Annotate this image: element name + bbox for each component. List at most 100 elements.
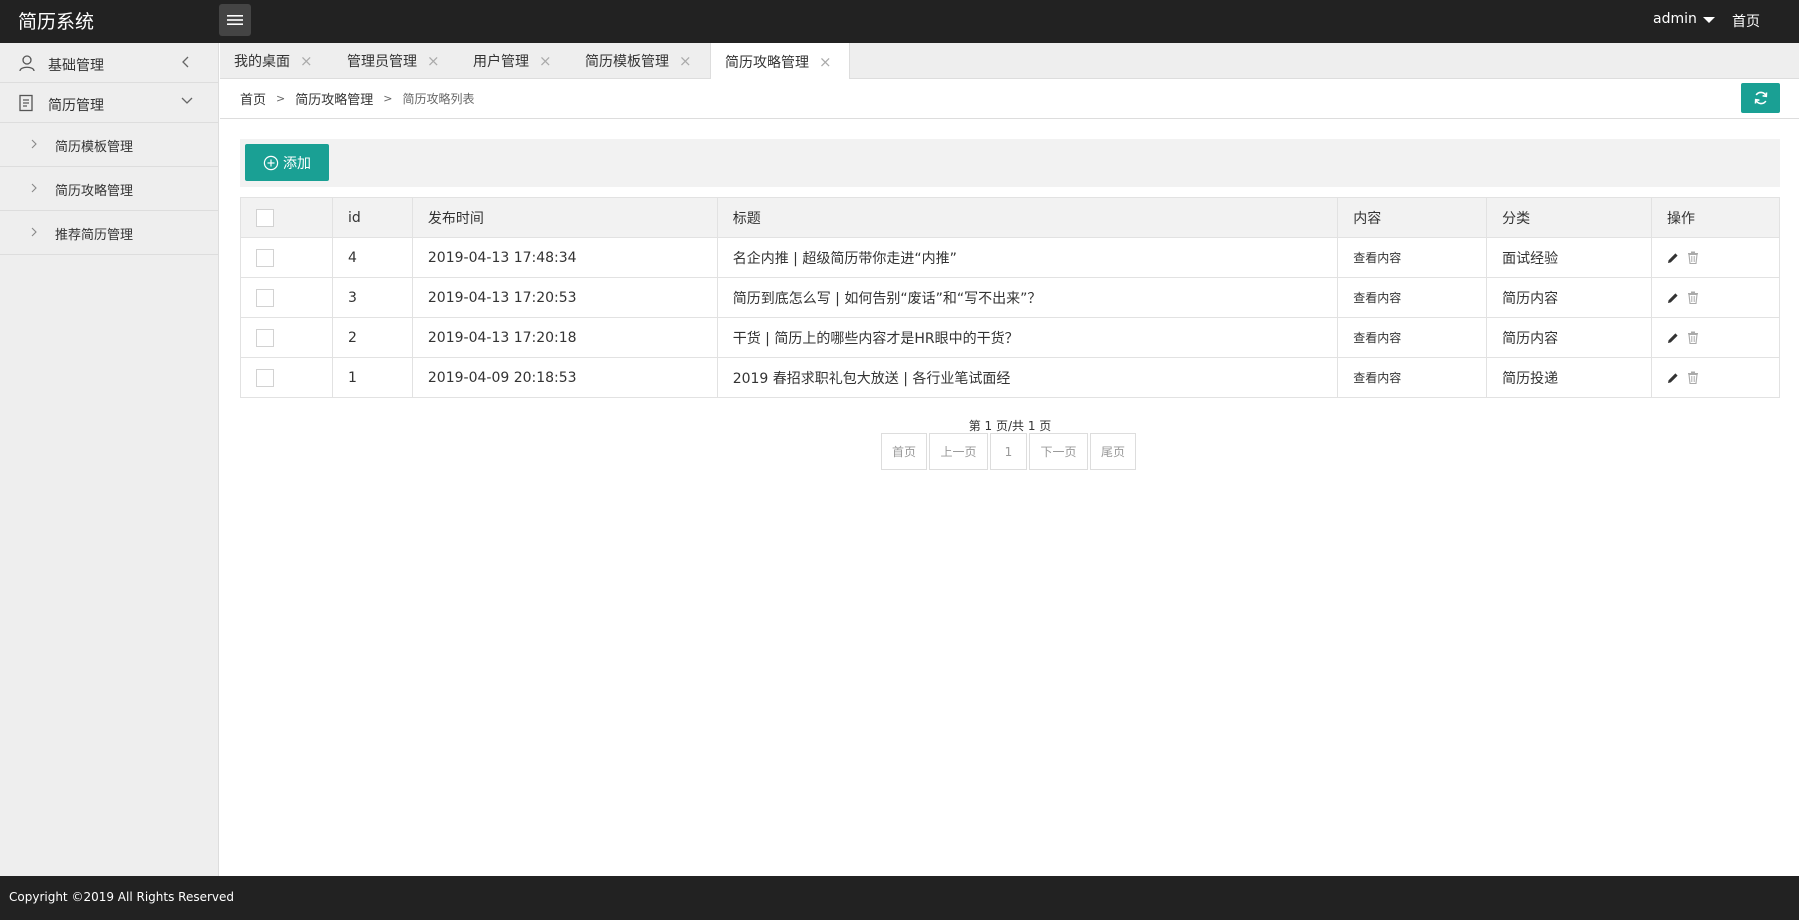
refresh-button[interactable]: [1741, 83, 1780, 113]
row-checkbox[interactable]: [256, 328, 274, 347]
cell-time: 2019-04-13 17:20:18: [411, 317, 718, 358]
next-page-button[interactable]: 下一页: [1029, 433, 1088, 470]
top-header: 简历系统 admin 首页: [0, 0, 1799, 43]
trash-icon[interactable]: [1687, 331, 1699, 344]
sidebar-item-template[interactable]: 简历模板管理: [0, 123, 218, 167]
table-row: 2 2019-04-13 17:20:18 干货 | 简历上的哪些内容才是HR眼…: [240, 317, 1780, 358]
prev-page-button[interactable]: 上一页: [929, 433, 988, 470]
tab-label: 我的桌面: [234, 54, 290, 70]
row-select: [240, 357, 333, 398]
last-page-button[interactable]: 尾页: [1090, 433, 1136, 470]
tab-desktop[interactable]: 我的桌面 ×: [220, 43, 341, 79]
chevron-right-icon: [30, 226, 38, 242]
breadcrumb-separator: >: [276, 92, 286, 105]
copyright-text: Copyright ©2019 All Rights Reserved: [9, 890, 235, 904]
breadcrumb: 首页 > 简历攻略管理 > 简历攻略列表: [240, 89, 474, 108]
column-header: 标题: [716, 197, 1339, 238]
column-header: 分类: [1486, 197, 1653, 238]
chevron-right-icon: [30, 182, 38, 198]
close-icon[interactable]: ×: [819, 53, 832, 71]
view-content-link[interactable]: 查看内容: [1337, 357, 1488, 398]
sidebar: 基础管理 简历管理 简历模板管理 简历攻略管理 推荐简历管理: [0, 43, 219, 876]
sidebar-group-resume[interactable]: 简历管理: [0, 83, 218, 123]
chevron-right-icon: [30, 138, 38, 154]
sidebar-item-guide[interactable]: 简历攻略管理: [0, 167, 218, 211]
cell-id: 3: [331, 277, 413, 318]
cell-title: 简历到底怎么写 | 如何告别“废话”和“写不出来”？: [716, 277, 1339, 318]
tab-users[interactable]: 用户管理 ×: [459, 43, 572, 79]
cell-time: 2019-04-13 17:20:53: [411, 277, 718, 318]
table-row: 1 2019-04-09 20:18:53 2019 春招求职礼包大放送 | 各…: [240, 357, 1780, 398]
first-page-button[interactable]: 首页: [881, 433, 927, 470]
close-icon[interactable]: ×: [300, 52, 313, 70]
breadcrumb-section[interactable]: 简历攻略管理: [295, 89, 373, 108]
page-number-button[interactable]: 1: [990, 433, 1027, 470]
view-content-link[interactable]: 查看内容: [1337, 237, 1488, 278]
cell-time: 2019-04-13 17:48:34: [411, 237, 718, 278]
tab-guides[interactable]: 简历攻略管理 ×: [710, 43, 850, 80]
menu-toggle-button[interactable]: [219, 4, 251, 36]
cell-time: 2019-04-09 20:18:53: [411, 357, 718, 398]
row-checkbox[interactable]: [256, 368, 274, 387]
trash-icon[interactable]: [1687, 371, 1699, 384]
cell-id: 4: [331, 237, 413, 278]
add-button-label: 添加: [283, 155, 311, 172]
cell-category: 简历投递: [1486, 357, 1653, 398]
select-all-checkbox[interactable]: [256, 208, 274, 227]
guide-table: id 发布时间 标题 内容 分类 操作 4 2019-04-13 17:48:3…: [240, 197, 1780, 398]
edit-icon[interactable]: [1667, 332, 1679, 344]
trash-icon[interactable]: [1687, 251, 1699, 264]
row-checkbox[interactable]: [256, 288, 274, 307]
cell-actions: [1651, 237, 1780, 278]
cell-category: 简历内容: [1486, 317, 1653, 358]
cell-id: 2: [331, 317, 413, 358]
sidebar-item-recommend[interactable]: 推荐简历管理: [0, 211, 218, 255]
row-select: [240, 317, 333, 358]
cell-category: 简历内容: [1486, 277, 1653, 318]
home-link[interactable]: 首页: [1732, 11, 1760, 31]
user-menu[interactable]: admin: [1653, 11, 1715, 27]
tab-templates[interactable]: 简历模板管理 ×: [571, 43, 711, 79]
document-icon: [18, 94, 34, 116]
close-icon[interactable]: ×: [427, 52, 440, 70]
sidebar-group-basic[interactable]: 基础管理: [0, 43, 218, 83]
tab-label: 简历模板管理: [585, 54, 669, 70]
view-content-link[interactable]: 查看内容: [1337, 277, 1488, 318]
edit-icon[interactable]: [1667, 252, 1679, 264]
cell-actions: [1651, 317, 1780, 358]
column-header: id: [331, 197, 413, 238]
column-header: 操作: [1651, 197, 1780, 238]
refresh-icon: [1754, 91, 1767, 105]
add-button[interactable]: 添加: [245, 144, 329, 181]
column-header: 内容: [1337, 197, 1488, 238]
user-name: admin: [1653, 11, 1697, 27]
breadcrumb-current: 简历攻略列表: [402, 92, 475, 106]
caret-down-icon: [1702, 17, 1715, 23]
sidebar-group-label: 基础管理: [48, 58, 104, 74]
user-icon: [18, 54, 36, 76]
close-icon[interactable]: ×: [679, 52, 692, 70]
footer: Copyright ©2019 All Rights Reserved: [0, 876, 1799, 920]
table-row: 4 2019-04-13 17:48:34 名企内推 | 超级简历带你走进“内推…: [240, 237, 1780, 278]
breadcrumb-home[interactable]: 首页: [240, 89, 266, 108]
cell-actions: [1651, 277, 1780, 318]
edit-icon[interactable]: [1667, 292, 1679, 304]
chevron-down-icon: [180, 95, 194, 111]
page-info: 第 1 页/共 1 页: [968, 419, 1052, 433]
column-header: 发布时间: [411, 197, 718, 238]
table-header-row: id 发布时间 标题 内容 分类 操作: [240, 197, 1780, 238]
tab-admin[interactable]: 管理员管理 ×: [333, 43, 459, 79]
row-checkbox[interactable]: [256, 248, 274, 267]
close-icon[interactable]: ×: [539, 52, 552, 70]
row-select: [240, 237, 333, 278]
hamburger-icon: [227, 15, 243, 25]
trash-icon[interactable]: [1687, 291, 1699, 304]
cell-actions: [1651, 357, 1780, 398]
breadcrumb-bar: 首页 > 简历攻略管理 > 简历攻略列表: [220, 79, 1799, 119]
edit-icon[interactable]: [1667, 372, 1679, 384]
tab-bar: 我的桌面 × 管理员管理 × 用户管理 × 简历模板管理 × 简历攻略管理 ×: [220, 43, 1799, 80]
app-logo: 简历系统: [18, 11, 95, 33]
table-row: 3 2019-04-13 17:20:53 简历到底怎么写 | 如何告别“废话”…: [240, 277, 1780, 318]
view-content-link[interactable]: 查看内容: [1337, 317, 1488, 358]
cell-title: 名企内推 | 超级简历带你走进“内推”: [716, 237, 1339, 278]
